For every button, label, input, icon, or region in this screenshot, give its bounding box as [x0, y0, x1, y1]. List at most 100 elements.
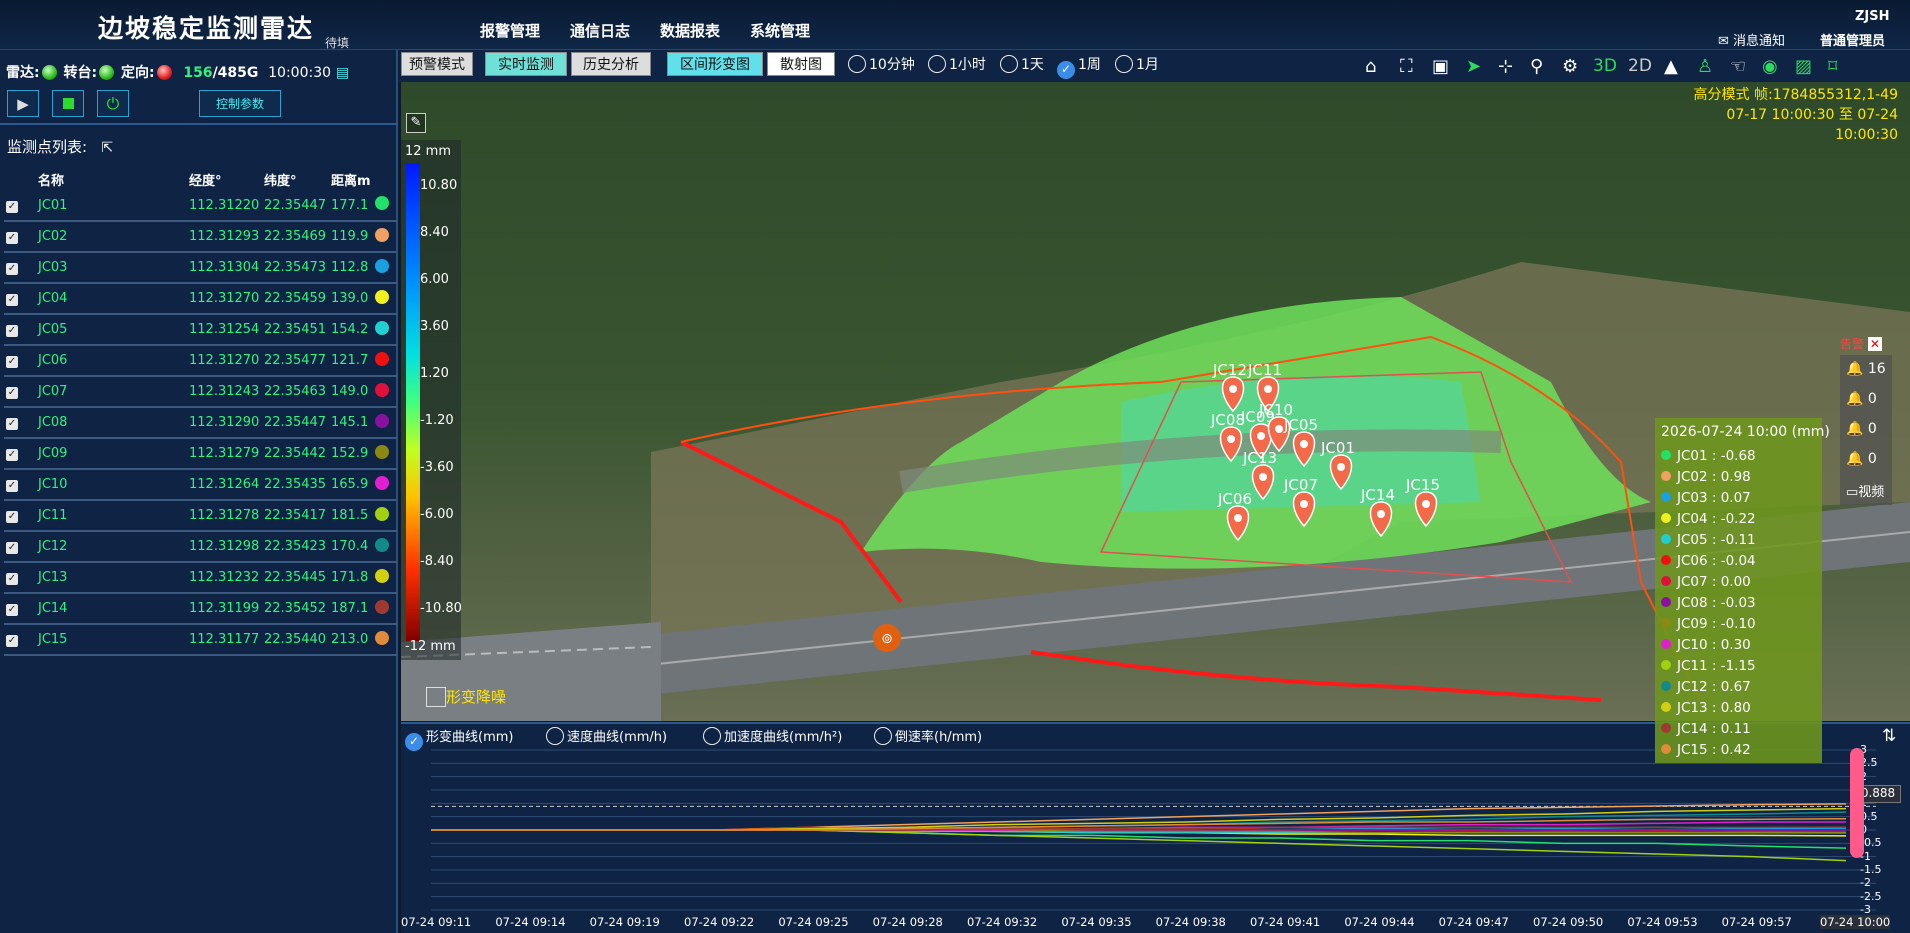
point-lon: 112.31270: [187, 345, 262, 377]
swap-icon[interactable]: ⇅: [1882, 726, 1896, 746]
table-row[interactable]: ✓ JC15 112.31177 22.35440 213.0: [4, 624, 397, 656]
range-1month[interactable]: 1月: [1115, 54, 1159, 74]
map-pin[interactable]: JC01: [1320, 439, 1355, 491]
view-3d-button[interactable]: 3D: [1593, 56, 1617, 76]
denoise-toggle[interactable]: 形变降噪: [426, 686, 506, 707]
home-icon[interactable]: ⌂: [1365, 56, 1376, 77]
pin-icon[interactable]: ⚲: [1530, 56, 1543, 77]
realtime-monitor-button[interactable]: 实时监测: [485, 52, 567, 76]
range-slider[interactable]: [1850, 748, 1864, 858]
map-pin[interactable]: JC08: [1210, 411, 1245, 463]
row-checkbox[interactable]: ✓: [4, 469, 36, 501]
x-tick-label: 07-24 09:38: [1155, 915, 1226, 929]
hand-icon[interactable]: ☜: [1730, 56, 1746, 77]
pin-label: JC12: [1212, 361, 1247, 379]
history-analysis-button[interactable]: 历史分析: [571, 52, 651, 76]
close-icon[interactable]: ✕: [1867, 337, 1882, 351]
map-pin[interactable]: JC07: [1283, 476, 1318, 528]
export-icon[interactable]: ⇱: [101, 140, 113, 156]
table-row[interactable]: ✓ JC03 112.31304 22.35473 112.8: [4, 252, 397, 284]
scale-tick-label: 3.60: [420, 319, 449, 334]
point-lon: 112.31279: [187, 438, 262, 470]
row-checkbox[interactable]: ✓: [4, 438, 36, 470]
range-10min[interactable]: 10分钟: [848, 54, 915, 74]
alert-blue[interactable]: 🔔 16: [1846, 361, 1886, 377]
alert-yellow[interactable]: 🔔 0: [1846, 391, 1877, 407]
row-checkbox[interactable]: ✓: [4, 407, 36, 439]
table-row[interactable]: ✓ JC11 112.31278 22.35417 181.5: [4, 500, 397, 532]
edit-icon[interactable]: ✎: [406, 113, 426, 133]
row-checkbox[interactable]: ✓: [4, 624, 36, 656]
row-checkbox[interactable]: ✓: [4, 345, 36, 377]
map-pin[interactable]: JC15: [1405, 476, 1440, 528]
alert-orange[interactable]: 🔔 0: [1846, 421, 1877, 437]
row-checkbox[interactable]: ✓: [4, 221, 36, 253]
row-checkbox[interactable]: ✓: [4, 252, 36, 284]
table-row[interactable]: ✓ JC06 112.31270 22.35477 121.7: [4, 345, 397, 377]
map-pin[interactable]: JC06: [1217, 490, 1252, 542]
range-deform-button[interactable]: 区间形变图: [667, 52, 763, 76]
nav-alarm[interactable]: 报警管理: [480, 20, 540, 41]
alert-red[interactable]: 🔔 0: [1846, 451, 1877, 467]
warning-mode-button[interactable]: 预警模式: [401, 52, 473, 76]
terrain-icon[interactable]: ▲: [1664, 56, 1678, 77]
alert-red-count: 0: [1867, 451, 1877, 467]
row-checkbox[interactable]: ✓: [4, 376, 36, 408]
table-row[interactable]: ✓ JC14 112.31199 22.35452 187.1: [4, 593, 397, 625]
row-checkbox[interactable]: ✓: [4, 283, 36, 315]
view-2d-button[interactable]: 2D: [1628, 56, 1652, 76]
nav-system[interactable]: 系统管理: [750, 20, 810, 41]
select-icon[interactable]: ⊹: [1498, 56, 1513, 77]
table-row[interactable]: ✓ JC13 112.31232 22.35445 171.8: [4, 562, 397, 594]
range-1day[interactable]: 1天: [1000, 54, 1044, 74]
point-name: JC08: [36, 407, 187, 439]
range-1week[interactable]: ✓ 1周: [1057, 54, 1101, 79]
scatter-button[interactable]: 散射图: [767, 52, 835, 76]
table-row[interactable]: ✓ JC10 112.31264 22.35435 165.9: [4, 469, 397, 501]
eye-icon[interactable]: ◉: [1762, 56, 1778, 77]
row-checkbox[interactable]: ✓: [4, 531, 36, 563]
color-dot: [375, 413, 389, 428]
settings-icon[interactable]: ⚙: [1562, 56, 1578, 77]
row-checkbox[interactable]: ✓: [4, 190, 36, 222]
map-pin[interactable]: JC14: [1360, 486, 1395, 538]
table-row[interactable]: ✓ JC02 112.31293 22.35469 119.9: [4, 221, 397, 253]
table-row[interactable]: ✓ JC05 112.31254 22.35451 154.2: [4, 314, 397, 346]
table-row[interactable]: ✓ JC04 112.31270 22.35459 139.0: [4, 283, 397, 315]
power-button[interactable]: ⏻: [97, 90, 129, 117]
stop-button[interactable]: [52, 90, 84, 117]
legend-item: JC07 : 0.00: [1661, 574, 1816, 595]
table-row[interactable]: ✓ JC09 112.31279 22.35442 152.9: [4, 438, 397, 470]
table-row[interactable]: ✓ JC12 112.31298 22.35423 170.4: [4, 531, 397, 563]
table-row[interactable]: ✓ JC07 112.31243 22.35463 149.0: [4, 376, 397, 408]
point-distance: 145.1: [329, 407, 373, 439]
video-button[interactable]: ▭视频: [1846, 481, 1884, 500]
tag-icon[interactable]: ⌑: [1828, 56, 1837, 77]
row-checkbox[interactable]: ✓: [4, 593, 36, 625]
nav-report[interactable]: 数据报表: [660, 20, 720, 41]
fullscreen-icon[interactable]: ⛶: [1400, 56, 1413, 77]
deform-curve-chart[interactable]: [401, 742, 1910, 922]
row-checkbox[interactable]: ✓: [4, 562, 36, 594]
pointer-icon[interactable]: ➤: [1466, 56, 1481, 77]
measure-icon[interactable]: ♙: [1697, 56, 1713, 77]
play-button[interactable]: ▶: [7, 90, 39, 117]
nav-comm-log[interactable]: 通信日志: [570, 20, 630, 41]
map-pin[interactable]: JC05: [1283, 416, 1318, 468]
control-params-button[interactable]: 控制参数: [199, 90, 281, 117]
row-checkbox[interactable]: ✓: [4, 314, 36, 346]
table-row[interactable]: ✓ JC08 112.31290 22.35447 145.1: [4, 407, 397, 439]
scale-bottom-label: -12 mm: [405, 639, 456, 654]
map-pin[interactable]: JC12: [1212, 361, 1247, 413]
range-1hour[interactable]: 1小时: [928, 54, 986, 74]
row-checkbox[interactable]: ✓: [4, 500, 36, 532]
notice-button[interactable]: ✉ 消息通知: [1718, 30, 1785, 49]
table-row[interactable]: ✓ JC01 112.31220 22.35447 177.1: [4, 190, 397, 222]
color-swatch: [373, 531, 397, 563]
log-icon[interactable]: ▤: [336, 65, 349, 81]
user-name[interactable]: 普通管理员: [1820, 30, 1885, 49]
disk-used: 156: [183, 65, 213, 81]
notice-label: 消息通知: [1733, 34, 1786, 49]
image-icon[interactable]: ▨: [1795, 56, 1812, 77]
save-icon[interactable]: ▣: [1432, 56, 1449, 77]
